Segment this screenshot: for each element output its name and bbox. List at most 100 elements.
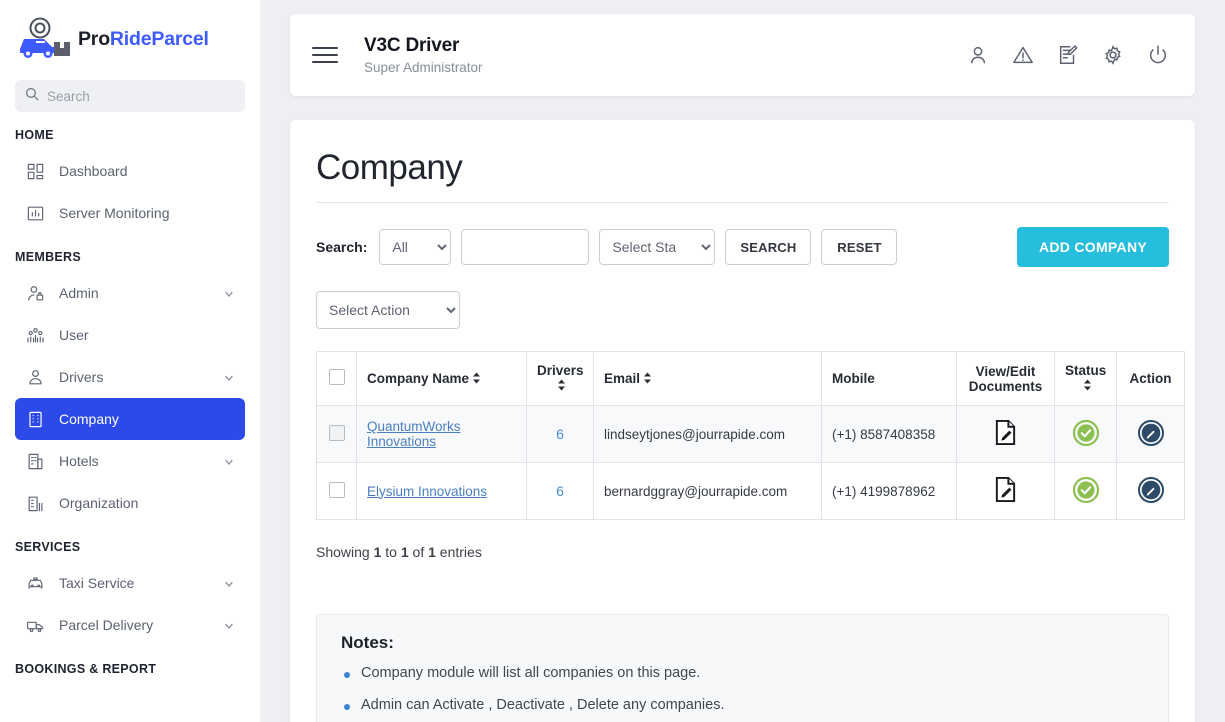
search-text-input[interactable]	[461, 229, 589, 265]
column-header-label: Drivers	[537, 363, 584, 378]
sidebar-item-admin[interactable]: Admin	[15, 272, 245, 314]
sidebar-nav: HOMEDashboardServer MonitoringMEMBERSAdm…	[0, 112, 260, 684]
taxi-icon	[25, 573, 45, 593]
topbar-icon-group	[967, 44, 1169, 66]
sidebar-section-title: SERVICES	[0, 524, 260, 562]
profile-icon[interactable]	[967, 44, 989, 66]
sort-icon[interactable]	[1083, 379, 1092, 394]
status-active-check-icon[interactable]	[1073, 434, 1099, 449]
organization-icon	[25, 493, 45, 513]
power-logout-icon[interactable]	[1147, 44, 1169, 66]
drivers-count-link[interactable]: 6	[556, 426, 564, 442]
company-table: Company Name Drivers Email Mobile View/Edit …	[316, 351, 1185, 520]
table-row: Elysium Innovations6bernardggray@jourrap…	[317, 463, 1185, 520]
row-checkbox[interactable]	[329, 425, 345, 441]
email-cell: lindseytjones@jourrapide.com	[594, 406, 822, 463]
column-header-label: View/Edit Documents	[969, 364, 1043, 394]
brand-part-3: Parcel	[151, 28, 208, 50]
search-category-select[interactable]: All	[379, 229, 451, 265]
app-subtitle: Super Administrator	[364, 60, 483, 75]
status-header[interactable]: Status	[1055, 352, 1117, 406]
row-checkbox[interactable]	[329, 482, 345, 498]
select-all-checkbox[interactable]	[329, 369, 345, 385]
status-cell	[1055, 463, 1117, 520]
sort-icon[interactable]	[557, 379, 566, 394]
bulk-action-select[interactable]: Select Action	[316, 291, 460, 329]
alert-warning-icon[interactable]	[1012, 44, 1034, 66]
drivers-cell: 6	[527, 463, 594, 520]
column-header-label: Action	[1130, 371, 1172, 386]
status-filter-select[interactable]: Select Status	[599, 229, 715, 265]
taxi-parcel-logo-icon	[14, 15, 76, 63]
search-input[interactable]	[47, 89, 235, 104]
sidebar-item-label: Dashboard	[59, 163, 235, 179]
showing-suffix: entries	[436, 544, 482, 560]
table-body: QuantumWorks Innovations 6 lindseytjones@j…	[317, 406, 1185, 520]
sidebar-item-dashboard[interactable]: Dashboard	[15, 150, 245, 192]
sidebar-item-organization[interactable]: Organization	[15, 482, 245, 524]
sidebar-section-title: HOME	[0, 112, 260, 150]
email-header[interactable]: Email	[594, 352, 822, 406]
company-name-link[interactable]: Elysium Innovations	[367, 484, 487, 499]
sidebar-item-hotels[interactable]: Hotels	[15, 440, 245, 482]
chevron-down-icon[interactable]	[223, 287, 235, 299]
sidebar-item-drivers[interactable]: Drivers	[15, 356, 245, 398]
showing-mid2: of	[409, 544, 428, 560]
sidebar-item-label: Server Monitoring	[59, 205, 235, 221]
reset-button[interactable]: RESET	[821, 229, 897, 265]
company-name-link[interactable]: QuantumWorks Innovations	[367, 419, 461, 449]
status-active-check-icon[interactable]	[1073, 491, 1099, 506]
search-label: Search:	[316, 239, 367, 255]
brand-logo[interactable]: ProRideParcel	[0, 0, 260, 70]
sidebar-item-taxi-service[interactable]: Taxi Service	[15, 562, 245, 604]
settings-gear-icon[interactable]	[1102, 44, 1124, 66]
document-edit-icon[interactable]	[993, 434, 1018, 449]
bulk-action-row: Select Action	[316, 291, 1169, 329]
sidebar-item-parcel-delivery[interactable]: Parcel Delivery	[15, 604, 245, 646]
documents-cell	[957, 463, 1055, 520]
search-button[interactable]: SEARCH	[725, 229, 811, 265]
notes-title: Notes:	[341, 633, 1144, 653]
hamburger-menu-icon[interactable]	[312, 45, 338, 65]
sidebar-item-label: Parcel Delivery	[59, 617, 209, 633]
sidebar-search[interactable]	[15, 80, 245, 112]
note-item: Admin can Activate , Deactivate , Delete…	[341, 697, 1144, 713]
row-select-cell	[317, 406, 357, 463]
edit-pencil-icon[interactable]	[1138, 434, 1164, 449]
view-edit-documents-header: View/Edit Documents	[957, 352, 1055, 406]
dashboard-grid-icon	[25, 161, 45, 181]
edit-pencil-icon[interactable]	[1138, 491, 1164, 506]
sidebar-item-company[interactable]: Company	[15, 398, 245, 440]
action-header: Action	[1117, 352, 1185, 406]
notes-panel: Notes: Company module will list all comp…	[316, 614, 1169, 722]
drivers-count-link[interactable]: 6	[556, 483, 564, 499]
sort-icon[interactable]	[643, 372, 652, 387]
document-edit-icon[interactable]	[1057, 44, 1079, 66]
mobile-cell: (+1) 8587408358	[822, 406, 957, 463]
brand-name: ProRideParcel	[78, 28, 209, 51]
chevron-down-icon[interactable]	[223, 455, 235, 467]
chart-bar-icon	[25, 203, 45, 223]
mobile-cell: (+1) 4199878962	[822, 463, 957, 520]
sidebar: ProRideParcel HOME Dashboard Server Monito…	[0, 0, 260, 722]
status-cell	[1055, 406, 1117, 463]
drivers-header[interactable]: Drivers	[527, 352, 594, 406]
chevron-down-icon[interactable]	[223, 619, 235, 631]
users-group-icon	[25, 325, 45, 345]
topbar-title-block: V3C Driver Super Administrator	[364, 35, 483, 75]
column-header-label: Status	[1065, 363, 1106, 378]
chevron-down-icon[interactable]	[223, 577, 235, 589]
documents-cell	[957, 406, 1055, 463]
person-icon	[25, 367, 45, 387]
sort-icon[interactable]	[472, 372, 481, 387]
column-header-label: Mobile	[832, 371, 875, 386]
document-edit-icon[interactable]	[993, 491, 1018, 506]
building-icon	[25, 409, 45, 429]
company-name-header[interactable]: Company Name	[357, 352, 527, 406]
sidebar-item-user[interactable]: User	[15, 314, 245, 356]
chevron-down-icon[interactable]	[223, 371, 235, 383]
topbar: V3C Driver Super Administrator	[290, 14, 1195, 96]
add-company-button[interactable]: ADD COMPANY	[1017, 227, 1169, 267]
sidebar-item-server-monitoring[interactable]: Server Monitoring	[15, 192, 245, 234]
row-select-cell	[317, 463, 357, 520]
